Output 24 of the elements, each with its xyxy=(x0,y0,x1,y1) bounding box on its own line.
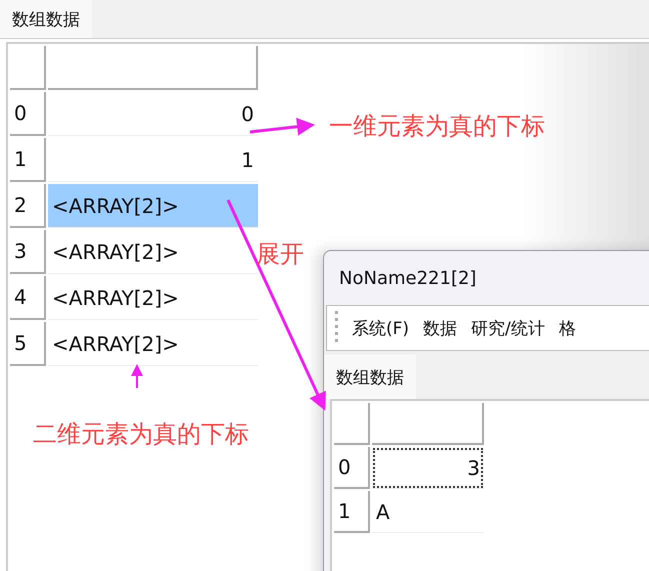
row-index: 5 xyxy=(10,322,46,366)
row-index: 1 xyxy=(334,491,370,533)
tab[interactable]: 数组数据 xyxy=(324,355,416,399)
arrow xyxy=(131,364,143,388)
menu-item[interactable]: 系统(F) xyxy=(352,316,410,340)
grip-icon xyxy=(335,311,338,345)
row-index: 2 xyxy=(10,184,46,228)
table-cell[interactable]: <ARRAY[2]> xyxy=(48,184,258,228)
tab[interactable]: 数组数据 xyxy=(0,0,92,38)
menu-item[interactable]: 格 xyxy=(558,316,576,340)
menu-item[interactable]: 研究/统计 xyxy=(471,316,545,340)
window-title: NoName221[2] xyxy=(338,266,478,290)
menu-item[interactable]: 数据 xyxy=(423,316,458,340)
row-index: 1 xyxy=(10,138,46,182)
header-cell xyxy=(10,46,46,90)
annotation-text: 展开 xyxy=(256,239,304,270)
table-cell[interactable]: 3 xyxy=(372,447,484,489)
row-index: 0 xyxy=(10,92,46,136)
annotation-text: 一维元素为真的下标 xyxy=(329,111,545,142)
annotation-text: 二维元素为真的下标 xyxy=(33,419,249,450)
row-index: 3 xyxy=(10,230,46,274)
header-cell xyxy=(334,403,370,445)
row-index: 0 xyxy=(334,447,370,489)
row-index: 4 xyxy=(10,276,46,320)
